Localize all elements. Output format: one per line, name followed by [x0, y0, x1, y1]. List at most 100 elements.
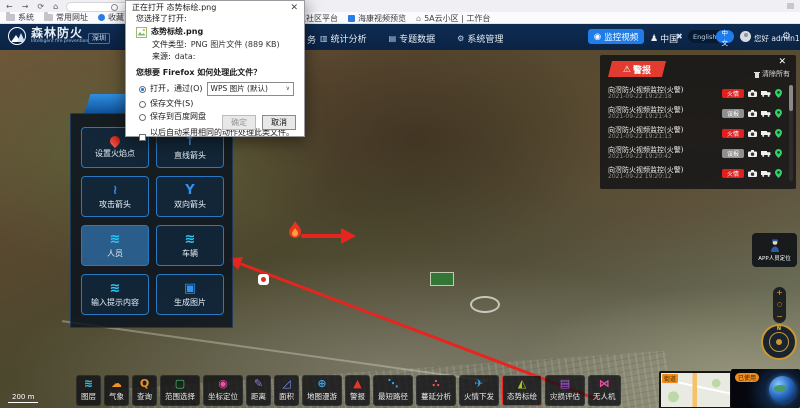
- globe-view-switcher[interactable]: 已使用: [731, 369, 800, 408]
- menu-item-partial[interactable]: 务: [307, 33, 316, 46]
- ok-button[interactable]: 确定: [222, 115, 256, 130]
- menu-item-system[interactable]: ⚙系统管理: [457, 32, 503, 45]
- menu-item-statistics[interactable]: ▥统计分析: [320, 32, 367, 45]
- alert-row: 向滘防火视频监控(火警) 2021-09-22 19:20:42 误报: [608, 143, 782, 163]
- close-icon[interactable]: ✕: [778, 57, 786, 67]
- toolbar-button[interactable]: ∴ 蔓延分析: [416, 375, 456, 406]
- plot-tool-button[interactable]: ≀ 攻击箭头: [81, 176, 149, 217]
- app-personnel-locator-button[interactable]: APP人员定位: [752, 233, 797, 267]
- toolbar-button[interactable]: ⊕ 地图漫游: [302, 375, 342, 406]
- alert-scrollbar[interactable]: [789, 85, 793, 181]
- brand-subtitle: Intelligent fire prevention: [31, 40, 88, 45]
- plot-tool-button[interactable]: ▣ 生成图片: [156, 274, 224, 315]
- fullscreen-icon[interactable]: ✖: [676, 32, 683, 41]
- plot-tool-button[interactable]: Y 双向箭头: [156, 176, 224, 217]
- camera-icon[interactable]: [748, 150, 757, 157]
- camera-icon[interactable]: [748, 170, 757, 177]
- toolbar-button[interactable]: ⋈ 无人机: [588, 375, 621, 406]
- language-toggle[interactable]: English 中文: [688, 30, 734, 43]
- lang-english[interactable]: English: [688, 33, 716, 41]
- toolbar-label: 气象: [109, 391, 124, 402]
- location-pin-icon[interactable]: [775, 129, 782, 138]
- radio-open-with[interactable]: [139, 86, 146, 93]
- back-icon[interactable]: ←: [6, 2, 13, 11]
- dispatch-truck-icon[interactable]: [761, 170, 771, 177]
- bookmark-folder[interactable]: 系统: [6, 12, 34, 23]
- toolbar-button[interactable]: ✈ 火情下发: [459, 375, 499, 406]
- plot-tool-button[interactable]: ≋ 输入提示内容: [81, 274, 149, 315]
- sports-field: [430, 272, 454, 286]
- bookmark-folder[interactable]: 常用网址: [44, 12, 88, 23]
- toolbar-button[interactable]: ◉ 坐标定位: [203, 375, 243, 406]
- plot-tool-button[interactable]: ≋ 人员: [81, 225, 149, 266]
- toolbar-icon: ▲: [353, 378, 361, 390]
- toolbar-label: 范围选择: [165, 391, 195, 402]
- zoom-in-button[interactable]: +: [776, 289, 783, 297]
- plotted-arrow-line[interactable]: [301, 234, 343, 238]
- compass-widget[interactable]: N: [761, 324, 797, 360]
- alert-status-button[interactable]: 火情: [722, 169, 744, 178]
- location-pin-icon[interactable]: [775, 149, 782, 158]
- alert-status-button[interactable]: 误报: [722, 149, 744, 158]
- toolbar-button[interactable]: ◿ 面积: [274, 375, 299, 406]
- map-toolbar: ≋ 图层 ☁ 气象 Q 查询 ▢ 范围选择 ◉ 坐标定位: [76, 375, 621, 406]
- toolbar-button[interactable]: ▲ 警报: [345, 375, 370, 406]
- toolbar-button[interactable]: ✎ 距离: [246, 375, 271, 406]
- toolbar-icon: ∴: [432, 378, 440, 390]
- plot-tool-button[interactable]: ≋ 车辆: [156, 225, 224, 266]
- alert-status-button[interactable]: 火情: [722, 89, 744, 98]
- lang-chinese[interactable]: 中文: [716, 30, 734, 43]
- menu-item-topic-data[interactable]: ▤专题数据: [389, 32, 436, 45]
- location-pin-icon[interactable]: [775, 169, 782, 178]
- zoom-reset-button[interactable]: ○: [777, 302, 782, 308]
- cancel-button[interactable]: 取消: [262, 115, 296, 130]
- country-selector[interactable]: ♟中国: [650, 32, 678, 45]
- toolbar-button[interactable]: ⋱ 最短路径: [373, 375, 413, 406]
- scrollbar-thumb[interactable]: [789, 85, 793, 111]
- location-pin-icon[interactable]: [775, 89, 782, 98]
- toolbar-button[interactable]: ≋ 图层: [76, 375, 101, 406]
- open-with-dropdown[interactable]: WPS 图片 (默认) ∨: [207, 82, 294, 96]
- gear-icon: ⚙: [457, 34, 464, 43]
- dispatch-truck-icon[interactable]: [761, 90, 771, 97]
- region-tag[interactable]: 深圳: [88, 33, 110, 44]
- settings-gear-icon[interactable]: ⚙: [782, 31, 791, 42]
- alert-status-button[interactable]: 误报: [722, 109, 744, 118]
- zoom-out-button[interactable]: −: [776, 313, 783, 321]
- camera-icon[interactable]: [748, 130, 757, 137]
- close-icon[interactable]: ✕: [290, 3, 298, 13]
- toolbar-button[interactable]: ☁ 气象: [104, 375, 129, 406]
- radio-save-file[interactable]: [139, 101, 146, 108]
- monitor-video-button[interactable]: ◉ 监控视频: [588, 29, 644, 44]
- avatar[interactable]: [740, 31, 751, 42]
- location-pin-icon[interactable]: [775, 109, 782, 118]
- app-navbar: 森林防火 Intelligent fire prevention 深圳 务 ▥统…: [0, 24, 800, 50]
- toolbar-button[interactable]: ◭ 态势标绘: [502, 375, 542, 406]
- dispatch-truck-icon[interactable]: [761, 130, 771, 137]
- address-bar[interactable]: [66, 2, 130, 12]
- toolbar-label: 距离: [251, 391, 266, 402]
- trash-icon: [754, 71, 760, 78]
- toolbar-button[interactable]: Q 查询: [132, 375, 157, 406]
- minimap[interactable]: 街道: [659, 371, 732, 408]
- camera-icon[interactable]: [748, 90, 757, 97]
- radio-save-netdisk[interactable]: [139, 114, 146, 121]
- dispatch-truck-icon[interactable]: [761, 150, 771, 157]
- image-file-icon: [136, 27, 147, 38]
- toolbar-button[interactable]: ▤ 灾损评估: [545, 375, 585, 406]
- toolbar-button[interactable]: ▢ 范围选择: [160, 375, 200, 406]
- camera-icon[interactable]: [748, 110, 757, 117]
- clear-all-button[interactable]: 清除所有: [754, 69, 790, 79]
- extension-icon[interactable]: [787, 3, 794, 9]
- remember-checkbox[interactable]: [139, 134, 146, 141]
- toolbar-icon: ◭: [518, 378, 526, 390]
- bookmark-item[interactable]: ⌂5A云小区 | 工作台: [416, 13, 490, 24]
- bookmark-item[interactable]: 海康视频预览: [348, 13, 406, 24]
- fire-icon-marker[interactable]: [258, 274, 269, 285]
- dispatch-truck-icon[interactable]: [761, 110, 771, 117]
- alert-status-button[interactable]: 火情: [722, 129, 744, 138]
- reload-icon[interactable]: ⟳: [37, 2, 44, 11]
- home-icon[interactable]: ⌂: [53, 2, 58, 11]
- toolbar-label: 蔓延分析: [421, 391, 451, 402]
- forward-icon[interactable]: →: [22, 2, 29, 11]
